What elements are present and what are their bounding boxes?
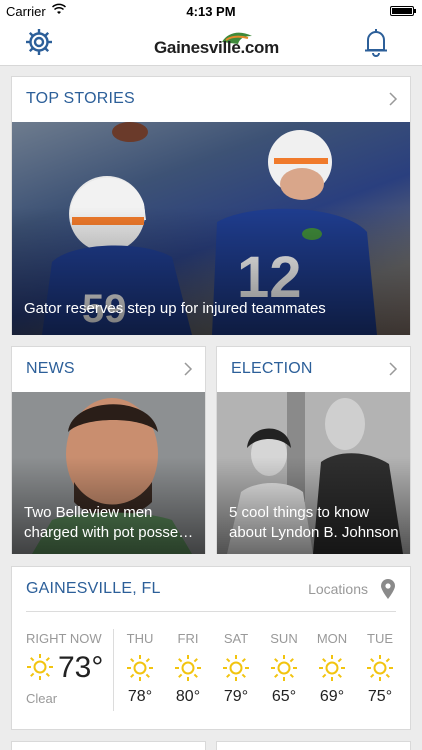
election-card[interactable]: ELECTION 5 cool things to know about Lyn… bbox=[216, 346, 411, 554]
top-story-caption: Gator reserves step up for injured teamm… bbox=[24, 300, 326, 317]
top-stories-title: TOP STORIES bbox=[26, 90, 135, 107]
weather-divider bbox=[26, 611, 396, 612]
forecast-day-temp: 69° bbox=[319, 688, 345, 705]
clock: 4:13 PM bbox=[186, 4, 236, 19]
forecast-day-name: SUN bbox=[270, 631, 298, 646]
status-bar: Carrier 4:13 PM bbox=[0, 0, 422, 22]
logo-text: Gainesville.com bbox=[154, 38, 279, 57]
election-caption: 5 cool things to know about Lyndon B. Jo… bbox=[229, 504, 399, 541]
chevron-right-icon bbox=[389, 362, 398, 376]
gear-icon[interactable] bbox=[23, 26, 55, 58]
forecast-day: FRI 80° bbox=[168, 631, 208, 706]
chevron-right-icon bbox=[184, 362, 193, 376]
sun-icon bbox=[223, 655, 249, 681]
election-header[interactable]: ELECTION bbox=[217, 347, 410, 391]
weather-city: GAINESVILLE, FL bbox=[26, 580, 161, 597]
current-condition: Clear bbox=[26, 691, 58, 706]
news-title: NEWS bbox=[26, 360, 75, 377]
top-stories-header[interactable]: TOP STORIES bbox=[12, 77, 410, 121]
news-card[interactable]: NEWS Two Belleview men charged with pot … bbox=[11, 346, 206, 554]
forecast-day-temp: 80° bbox=[175, 688, 201, 705]
forecast-day: MON 69° bbox=[312, 631, 352, 706]
sun-icon bbox=[127, 655, 153, 681]
location-pin-icon[interactable] bbox=[380, 579, 396, 599]
election-image[interactable]: 5 cool things to know about Lyndon B. Jo… bbox=[217, 392, 410, 554]
forecast-day-temp: 79° bbox=[223, 688, 249, 705]
top-stories-card[interactable]: TOP STORIES 59 12 Gator reserves step up… bbox=[11, 76, 411, 335]
bell-icon[interactable] bbox=[364, 26, 388, 58]
forecast-day-temp: 75° bbox=[367, 688, 393, 705]
battery-icon bbox=[390, 6, 416, 16]
forecast-day-name: MON bbox=[316, 631, 348, 646]
forecast-day-name: FRI bbox=[177, 631, 199, 646]
current-temperature: 73° bbox=[58, 651, 104, 684]
top-story-image[interactable]: 59 12 Gator reserves step up for injured… bbox=[12, 122, 410, 335]
sun-icon bbox=[367, 655, 393, 681]
forecast-day: THU 78° bbox=[120, 631, 160, 706]
forecast-day-name: THU bbox=[126, 631, 154, 646]
right-now-label: RIGHT NOW bbox=[26, 631, 102, 646]
forecast-day-name: SAT bbox=[223, 631, 249, 646]
news-caption: Two Belleview men charged with pot posse… bbox=[24, 504, 194, 541]
forecast-divider bbox=[113, 629, 114, 711]
weather-card[interactable]: GAINESVILLE, FL Locations RIGHT NOW 73° … bbox=[11, 566, 411, 730]
chevron-right-icon bbox=[389, 92, 398, 106]
forecast-day-temp: 78° bbox=[127, 688, 153, 705]
forecast-day: TUE 75° bbox=[360, 631, 400, 706]
sun-icon bbox=[319, 655, 345, 681]
news-header[interactable]: NEWS bbox=[12, 347, 205, 391]
forecast-day-name: TUE bbox=[367, 631, 393, 646]
news-image[interactable]: Two Belleview men charged with pot posse… bbox=[12, 392, 205, 554]
gainesville-logo: Gainesville.com bbox=[154, 28, 279, 60]
election-title: ELECTION bbox=[231, 360, 313, 377]
sun-icon bbox=[271, 655, 297, 681]
forecast-day: SUN 65° bbox=[264, 631, 304, 706]
sun-icon bbox=[27, 654, 53, 680]
locations-link[interactable]: Locations bbox=[308, 581, 368, 597]
top-nav-bar: Gainesville.com bbox=[0, 22, 422, 66]
sun-icon bbox=[175, 655, 201, 681]
next-card-left-edge bbox=[11, 741, 206, 750]
forecast-day-temp: 65° bbox=[271, 688, 297, 705]
next-card-right-edge bbox=[216, 741, 411, 750]
forecast-day: SAT 79° bbox=[216, 631, 256, 706]
